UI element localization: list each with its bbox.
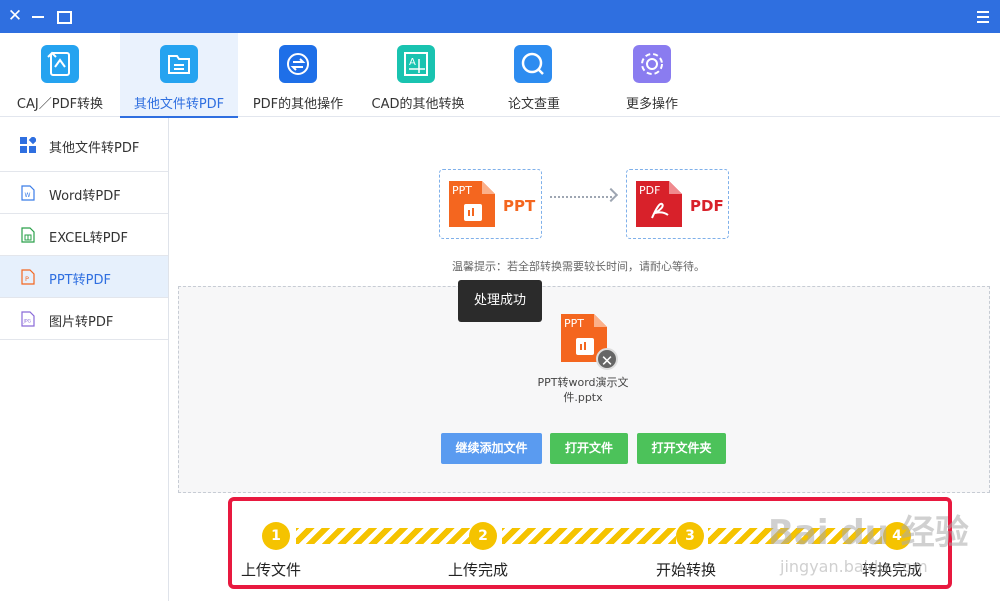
tool-label: CAJ／PDF转换 xyxy=(16,97,104,112)
file-badge-text: PPT xyxy=(564,317,584,330)
open-folder-button[interactable]: 打开文件夹 xyxy=(637,433,726,464)
tool-cad-other-convert[interactable]: A CAD的其他转换 xyxy=(358,33,478,117)
svg-text:JPG: JPG xyxy=(23,319,32,325)
step-progress-stripe xyxy=(502,528,676,544)
arrow-right-icon xyxy=(603,187,619,203)
pdf-file-icon: PDF xyxy=(635,180,683,228)
step-label: 开始转换 xyxy=(656,561,717,579)
tool-caj-pdf-convert[interactable]: CAJ／PDF转换 xyxy=(0,33,120,117)
step-label: 上传完成 xyxy=(448,561,509,579)
sidebar-item-other-to-pdf[interactable]: 其他文件转PDF xyxy=(0,118,168,172)
pdf-exchange-icon xyxy=(279,45,317,83)
status-tooltip: 处理成功 xyxy=(458,280,542,322)
step-label: 上传文件 xyxy=(241,561,302,579)
tool-label: 其他文件转PDF xyxy=(133,97,225,112)
sidebar-item-excel-to-pdf[interactable]: EXCEL转PDF xyxy=(0,214,168,256)
tool-paper-check[interactable]: 论文查重 xyxy=(476,33,592,117)
excel-file-icon xyxy=(20,227,36,243)
sidebar-item-label: Word转PDF xyxy=(49,189,121,204)
remove-file-button[interactable]: ✕ xyxy=(596,348,618,370)
svg-text:W: W xyxy=(25,192,31,199)
step-number: 1 xyxy=(262,522,290,550)
tool-more-ops[interactable]: 更多操作 xyxy=(592,33,712,117)
search-document-icon xyxy=(514,45,552,83)
convert-arrow-line xyxy=(550,196,612,198)
sidebar-item-label: 其他文件转PDF xyxy=(49,141,140,156)
caj-pdf-convert-icon xyxy=(41,45,79,83)
maximize-icon[interactable] xyxy=(50,0,76,33)
ppt-file-icon: PPT xyxy=(448,180,496,228)
pdf-badge-text: PDF xyxy=(639,184,660,197)
open-file-button[interactable]: 打开文件 xyxy=(550,433,628,464)
title-bar: ✕ xyxy=(0,0,1000,33)
file-name: PPT转word演示文件.pptx xyxy=(537,376,629,404)
step-progress-stripe xyxy=(296,528,470,544)
gear-icon xyxy=(633,45,671,83)
step-number: 2 xyxy=(469,522,497,550)
tool-label: 更多操作 xyxy=(625,97,678,112)
tool-label: 论文查重 xyxy=(507,97,560,112)
source-format-label: PPT xyxy=(503,197,536,215)
sidebar-item-label: EXCEL转PDF xyxy=(49,231,129,246)
grid-apps-icon xyxy=(20,137,36,153)
tip-text: 温馨提示：若全部转换需要较长时间，请耐心等待。 xyxy=(452,260,705,273)
word-file-icon: W xyxy=(20,185,36,201)
minimize-icon[interactable] xyxy=(25,0,51,33)
sidebar-item-ppt-to-pdf[interactable]: P PPT转PDF xyxy=(0,256,168,298)
folder-file-icon xyxy=(160,45,198,83)
baidu-watermark: Bai du 经验 xyxy=(768,513,969,553)
cad-drawing-icon: A xyxy=(397,45,435,83)
tool-other-to-pdf[interactable]: 其他文件转PDF xyxy=(120,33,238,118)
sidebar-item-label: 图片转PDF xyxy=(49,315,114,330)
svg-text:P: P xyxy=(25,275,29,283)
sidebar-item-label: PPT转PDF xyxy=(49,273,111,288)
target-format-box: PDF PDF xyxy=(626,169,729,239)
image-file-icon: JPG xyxy=(20,311,36,327)
ppt-file-icon: P xyxy=(20,269,36,285)
tool-label: PDF的其他操作 xyxy=(252,97,344,112)
sidebar-item-image-to-pdf[interactable]: JPG 图片转PDF xyxy=(0,298,168,340)
step-number: 3 xyxy=(676,522,704,550)
tool-label: CAD的其他转换 xyxy=(371,97,465,112)
sidebar: 其他文件转PDF W Word转PDF EXCEL转PDF P PPT转PDF … xyxy=(0,118,169,601)
svg-text:A: A xyxy=(409,57,416,68)
ppt-badge-text: PPT xyxy=(452,184,472,197)
baidu-watermark-url: jingyan.baidu.com xyxy=(780,557,928,576)
sidebar-item-word-to-pdf[interactable]: W Word转PDF xyxy=(0,172,168,214)
source-format-box: PPT PPT xyxy=(439,169,542,239)
menu-icon[interactable] xyxy=(970,0,996,33)
main-toolbar: CAJ／PDF转换 其他文件转PDF PDF的其他操作 A CAD的其他转换 论… xyxy=(0,33,1000,118)
target-format-label: PDF xyxy=(690,197,724,215)
tool-pdf-other-ops[interactable]: PDF的其他操作 xyxy=(238,33,358,117)
continue-add-file-button[interactable]: 继续添加文件 xyxy=(441,433,542,464)
